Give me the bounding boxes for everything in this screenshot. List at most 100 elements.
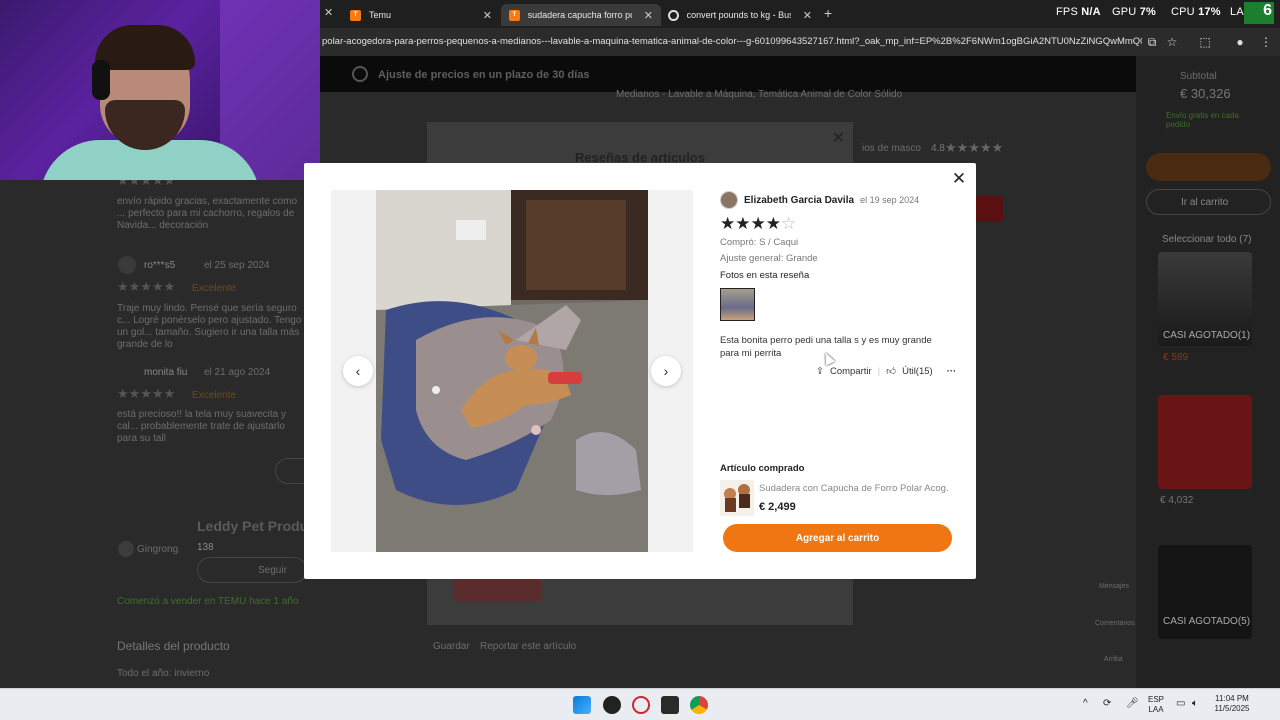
bg-joined: Comenzó a vender en TEMU hace 1 año: [117, 596, 299, 607]
clock-icon: [352, 66, 368, 82]
bg-checkout-button: Ir al carrito: [1146, 189, 1271, 215]
avatar: [720, 191, 738, 209]
lang-1: ESP: [1147, 695, 1164, 704]
bg-details-title: Detalles del producto: [117, 639, 230, 653]
temu-icon: T: [350, 9, 361, 21]
tray-chevron-icon[interactable]: ^: [1083, 699, 1088, 709]
review-actions: ⇪ Compartir | 👍︎ Útil(15) ···: [816, 365, 957, 378]
cart-badge-1: CASI AGOTADO(1): [1163, 330, 1251, 341]
subtotal-value: € 30,326: [1180, 86, 1231, 101]
bg-thumb: [453, 577, 542, 601]
close-icon[interactable]: ✕: [803, 9, 812, 22]
network-icon[interactable]: ▭: [1176, 699, 1185, 709]
cart-thumb-2: [1158, 395, 1252, 489]
tab-label: convert pounds to kg - Buscar: [686, 10, 791, 20]
mic-icon[interactable]: 🎤︎: [1126, 699, 1139, 709]
bg-avatar: [118, 256, 136, 274]
star-icon: ★: [765, 214, 781, 233]
helpful-button[interactable]: Útil(15): [902, 366, 933, 377]
bg-stars-2: ★★★★★: [117, 386, 176, 401]
epic-games-icon[interactable]: [661, 696, 679, 714]
tab-temu[interactable]: T Temu ✕: [342, 4, 502, 26]
bg-review-1-label: Excelente: [192, 283, 236, 294]
product-name[interactable]: Sudadera con Capucha de Forro Polar Acog…: [759, 483, 949, 494]
chrome-icon[interactable]: [690, 696, 708, 714]
next-photo-button[interactable]: ›: [651, 356, 681, 386]
new-tab-icon[interactable]: +: [824, 5, 832, 21]
bg-season: Todo el año: invierno: [117, 668, 210, 679]
bg-report: Reportar este artículo: [480, 641, 577, 652]
close-icon[interactable]: ✕: [644, 9, 653, 22]
overlay-logo: 6: [1244, 2, 1274, 24]
tab-bar: ✕ T Temu ✕ T sudadera capucha forro pola…: [320, 0, 1280, 28]
install-icon[interactable]: ⧉: [1144, 34, 1160, 50]
bg-reviewer-1-date: el 25 sep 2024: [204, 260, 270, 271]
star-icon: ★: [735, 214, 751, 233]
bg-checkout-label: Ir al carrito: [1181, 197, 1229, 208]
product-price: € 2,499: [759, 501, 796, 513]
profile-icon[interactable]: ●: [1232, 34, 1248, 50]
cart-price-2: € 4,032: [1160, 495, 1194, 506]
obs-icon[interactable]: [603, 696, 621, 714]
extensions-icon[interactable]: ⬚: [1197, 34, 1213, 50]
prev-photo-button[interactable]: ‹: [343, 356, 373, 386]
close-icon[interactable]: ✕: [483, 9, 492, 22]
more-options-icon[interactable]: ···: [947, 366, 957, 377]
windows-start-icon[interactable]: [573, 696, 591, 714]
bg-review-2: está precioso!! la tela muy suavecita y …: [117, 409, 286, 444]
dog-product-image: [724, 484, 750, 512]
volume-icon[interactable]: 🔈︎: [1192, 699, 1198, 709]
free-shipping: Envío gratis en cada pedido: [1166, 111, 1239, 129]
address-bar: polar-acogedora-para-perros-pequenos-a-m…: [320, 28, 1280, 56]
tab-close-icon[interactable]: ✕: [324, 6, 333, 19]
side-comments: Comentarios: [1095, 620, 1135, 627]
fps-stat: FPS N/A: [1056, 6, 1101, 18]
language-indicator[interactable]: ESP LAA: [1144, 695, 1168, 715]
bg-seller-stats: 138: [197, 542, 214, 553]
bg-reviews-link: ios de masco: [862, 143, 921, 154]
star-icon[interactable]: ☆: [1164, 34, 1180, 50]
lang-2: LAA: [1148, 705, 1164, 714]
la-stat: LA: [1230, 6, 1244, 18]
back-close-icon: ✕: [831, 130, 845, 147]
product-thumb[interactable]: [720, 480, 754, 516]
dog-bed-photo: [376, 190, 648, 552]
bg-follow-button: Seguir: [197, 557, 307, 583]
side-top: Arriba: [1104, 656, 1123, 663]
author-name: Elizabeth Garcia Davila: [744, 194, 855, 206]
bg-rating: 4.8: [931, 143, 945, 154]
price-adjust-banner: Ajuste de precios en un plazo de 30 días: [320, 56, 1136, 92]
select-all: Seleccionar todo (7): [1162, 234, 1252, 245]
opera-icon[interactable]: [632, 696, 650, 714]
bg-reviewer-1: ro***s5: [144, 260, 176, 271]
close-icon[interactable]: ✕: [951, 170, 967, 187]
review-photo-thumb[interactable]: [720, 288, 755, 321]
cpu-stat: CPU 17%: [1171, 6, 1221, 18]
clock[interactable]: 11:04 PM 11/5/2025: [1210, 694, 1254, 714]
share-button[interactable]: Compartir: [830, 366, 872, 377]
add-to-cart-button[interactable]: Agregar al carrito: [723, 524, 952, 552]
review-date: el 19 sep 2024: [860, 195, 920, 205]
bg-follow-label: Seguir: [258, 565, 287, 576]
bg-reviewer-2: monita fiu: [144, 367, 188, 378]
tab-sudadera[interactable]: T sudadera capucha forro polar ✕: [501, 4, 661, 26]
menu-icon[interactable]: ⋮: [1258, 34, 1274, 50]
bg-seller-sub: Gingrong: [137, 544, 179, 555]
bg-save: Guardar: [433, 641, 470, 652]
sync-icon[interactable]: ⟳: [1103, 699, 1111, 709]
separator: |: [877, 365, 881, 377]
rating-stars: ★★★★☆: [720, 214, 796, 234]
bg-product-title: Medianos - Lavable a Máquina, Temática A…: [616, 89, 903, 100]
tab-label: sudadera capucha forro polar: [527, 10, 632, 20]
purchased-variant: Compró: S / Caqui: [720, 237, 799, 248]
review-photo[interactable]: [376, 190, 648, 552]
star-empty-icon: ☆: [781, 214, 797, 233]
thumbs-up-icon: 👍︎: [886, 366, 897, 377]
url-field[interactable]: polar-acogedora-para-perros-pequenos-a-m…: [322, 36, 1142, 47]
overall-fit: Ajuste general: Grande: [720, 253, 818, 264]
temu-icon: T: [509, 9, 520, 21]
taskbar: ^ ⟳ 🎤︎ ESP LAA ▭ 🔈︎ 11:04 PM 11/5/2025: [0, 688, 1280, 720]
bg-checkout-orange: [1146, 153, 1271, 181]
tab-google[interactable]: convert pounds to kg - Buscar ✕: [660, 4, 820, 26]
headphones: [92, 60, 110, 100]
